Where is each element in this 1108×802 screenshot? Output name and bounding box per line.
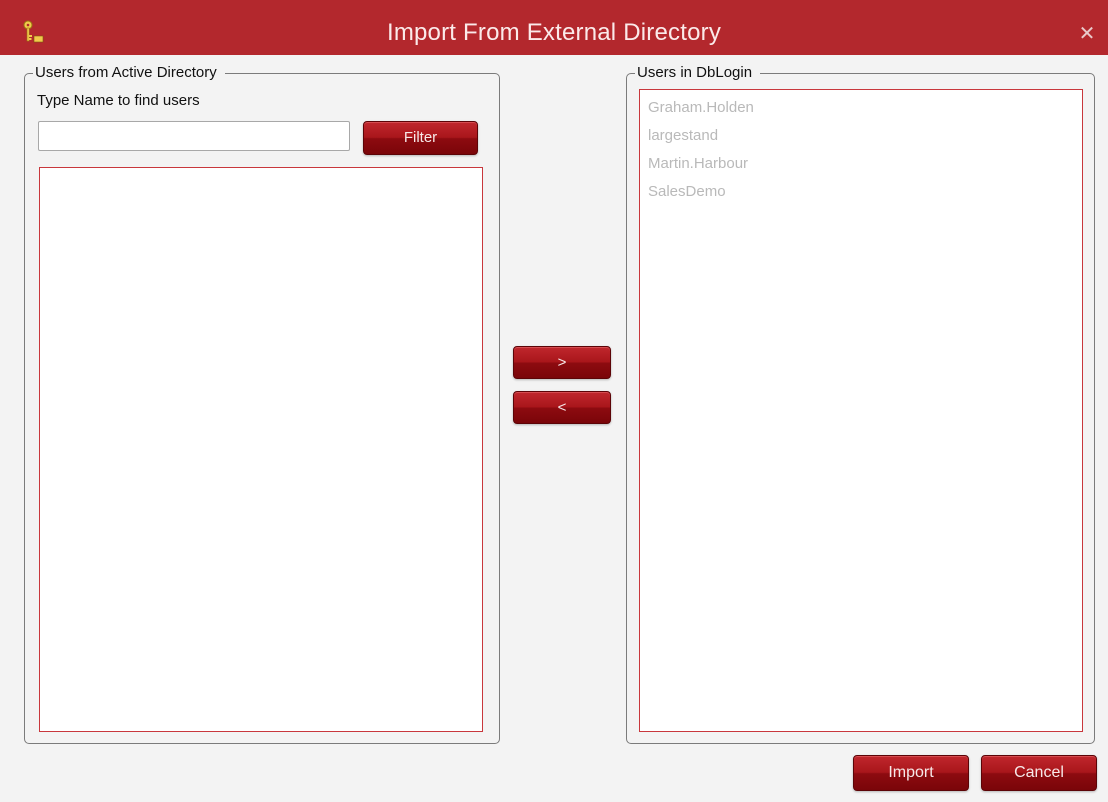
dblogin-user-list[interactable]: Graham.Holden largestand Martin.Harbour … [639,89,1083,732]
close-icon[interactable]: ✕ [1078,24,1096,44]
list-item[interactable]: Graham.Holden [640,94,1082,122]
active-directory-legend: Users from Active Directory [33,64,225,82]
add-user-button[interactable]: > [513,346,611,379]
find-users-label: Type Name to find users [37,92,200,109]
search-input[interactable] [38,121,350,151]
dblogin-users-legend: Users in DbLogin [635,64,761,82]
list-item[interactable]: largestand [640,122,1082,150]
import-button[interactable]: Import [853,755,969,791]
window-title: Import From External Directory [386,19,722,46]
filter-button[interactable]: Filter [363,121,478,155]
list-item[interactable]: Martin.Harbour [640,150,1082,178]
remove-user-button[interactable]: < [513,391,611,424]
active-directory-user-list[interactable] [39,167,483,732]
title-bar: Import From External Directory ✕ [0,0,1108,55]
cancel-button[interactable]: Cancel [981,755,1097,791]
list-item[interactable]: SalesDemo [640,178,1082,206]
